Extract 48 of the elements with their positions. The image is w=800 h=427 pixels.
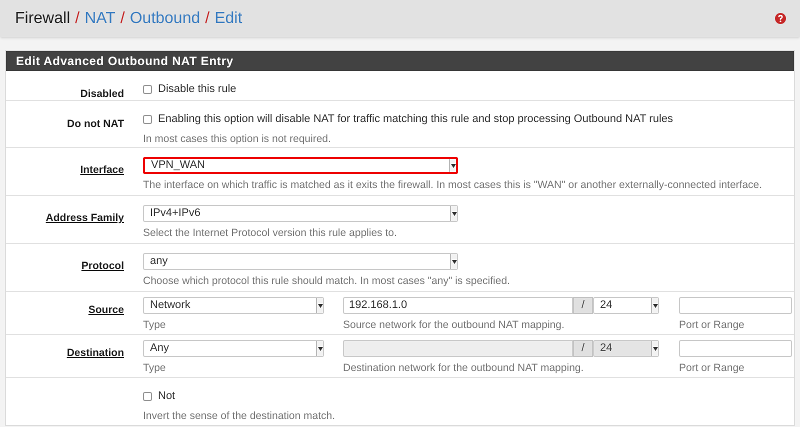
port-input[interactable]: [679, 340, 792, 357]
panel-title: Edit Advanced Outbound NAT Entry: [6, 51, 794, 71]
field-label[interactable]: Interface: [80, 164, 124, 176]
help-text: Source network for the outbound NAT mapping.: [343, 318, 566, 333]
checkbox[interactable]: [143, 114, 152, 124]
field-label: Do not NAT: [67, 118, 124, 130]
checkbox[interactable]: [143, 84, 152, 94]
caret-icon: [450, 164, 456, 168]
breadcrumb-text: Firewall: [15, 8, 70, 28]
select-field[interactable]: VPN_WAN: [143, 157, 458, 174]
field-label[interactable]: Protocol: [81, 260, 124, 272]
help-text: In most cases this option is not required.: [143, 132, 332, 146]
caret-icon: [318, 304, 322, 308]
help-text: Select the Internet Protocol version this rule applies to.: [143, 226, 398, 241]
help-text: Choose which protocol this rule should match. In most cases "any" is specified.: [143, 274, 510, 289]
slash-separator: /: [573, 297, 593, 314]
select-field[interactable]: 24: [593, 297, 659, 314]
caret-icon: [652, 304, 658, 308]
help-text: Invert the sense of the destination match.: [143, 408, 336, 424]
select-field[interactable]: Any: [143, 340, 324, 357]
port-input[interactable]: [679, 297, 792, 314]
checkbox-label: Disable this rule: [158, 82, 236, 97]
field-label[interactable]: Destination: [66, 347, 124, 359]
field-label[interactable]: Address Family: [46, 212, 124, 224]
breadcrumb-separator: /: [120, 8, 125, 28]
help-text: The interface on which traffic is matched as it exits the firewall. In most cases this is "WAN" or another externally-connected interface.: [143, 178, 762, 193]
help-text: Port or Range: [679, 361, 746, 376]
help-text: Type: [143, 361, 167, 376]
select-field[interactable]: any: [143, 253, 458, 270]
help-text: Port or Range: [679, 318, 746, 333]
checkbox-label: Not: [158, 389, 176, 404]
checkbox[interactable]: [143, 392, 152, 401]
caret-icon: [452, 260, 456, 264]
breadcrumb-separator: /: [75, 8, 80, 28]
slash-separator: /: [573, 340, 593, 357]
caret-icon: [318, 346, 322, 350]
breadcrumb-separator: /: [205, 8, 210, 28]
address-input[interactable]: 192.168.1.0: [343, 297, 573, 314]
checkbox-label: Enabling this option will disable NAT for traffic matching this rule and stop processing Outbound NAT rules: [158, 112, 674, 127]
help-text: Type: [143, 318, 167, 333]
select-field[interactable]: IPv4+IPv6: [143, 205, 458, 222]
caret-icon: [652, 346, 658, 350]
field-label: Disabled: [80, 88, 124, 100]
help-text: Destination network for the outbound NAT mapping.: [343, 361, 585, 376]
caret-icon: [452, 212, 456, 216]
field-label[interactable]: Source: [88, 304, 124, 316]
help-icon[interactable]: [775, 13, 786, 24]
select-field[interactable]: Network: [143, 297, 324, 314]
